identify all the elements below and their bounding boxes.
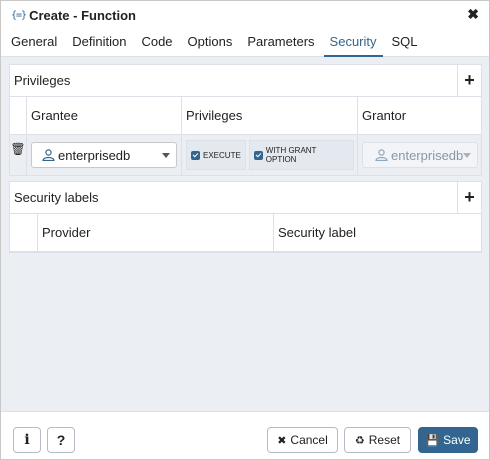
privileges-column-header: Privileges [182, 97, 358, 135]
close-icon[interactable]: ✖ [467, 6, 479, 23]
execute-label: EXECUTE [203, 150, 241, 160]
security-labels-title: Security labels [14, 190, 99, 205]
user-icon [375, 149, 388, 161]
cancel-label: Cancel [290, 433, 328, 447]
reset-label: Reset [368, 433, 401, 447]
table-row: 🗑 enterprisedb EXECUTE WITH GRANT OPTION… [10, 135, 481, 175]
dialog-titlebar: {=} Create - Function ✖ [1, 1, 489, 29]
privileges-title: Privileges [14, 73, 71, 88]
grantee-cell: enterprisedb [27, 135, 182, 175]
privileges-panel: Privileges + Grantee Privileges Grantor … [9, 64, 482, 176]
info-button[interactable]: i [13, 427, 41, 453]
security-labels-grid-header: Provider Security label [10, 214, 481, 252]
create-function-dialog: {=} Create - Function ✖ General Definiti… [0, 0, 490, 460]
grantor-select: enterprisedb [362, 142, 478, 168]
security-labels-panel: Security labels + Provider Security labe… [9, 181, 482, 253]
save-label: Save [443, 433, 471, 447]
delete-column-header [10, 97, 27, 135]
tab-definition[interactable]: Definition [66, 29, 132, 57]
chevron-down-icon [463, 153, 471, 158]
reset-button[interactable]: ♻ Reset [344, 427, 411, 453]
dialog-content: Privileges + Grantee Privileges Grantor … [1, 58, 489, 410]
cancel-button[interactable]: ✖ Cancel [267, 427, 338, 453]
recycle-icon: ♻ [354, 434, 365, 447]
grantee-select[interactable]: enterprisedb [31, 142, 177, 168]
help-button[interactable]: ? [47, 427, 75, 453]
privileges-cell: EXECUTE WITH GRANT OPTION [182, 135, 358, 175]
provider-column-header: Provider [38, 214, 274, 252]
trash-icon[interactable]: 🗑 [10, 135, 27, 175]
add-security-label-button[interactable]: + [457, 182, 481, 213]
tab-bar: General Definition Code Options Paramete… [1, 29, 489, 57]
with-grant-option-label: WITH GRANT OPTION [265, 146, 317, 164]
user-icon [42, 149, 55, 161]
dialog-footer: i ? ✖ Cancel ♻ Reset 💾 Save [1, 411, 489, 459]
dialog-title: Create - Function [29, 7, 136, 23]
tab-general[interactable]: General [5, 29, 63, 57]
security-label-column-header: Security label [278, 225, 357, 240]
tab-code[interactable]: Code [135, 29, 178, 57]
tab-security[interactable]: Security [323, 29, 383, 57]
privileges-grid: Grantee Privileges Grantor 🗑 enterprised… [10, 97, 481, 175]
grantor-value: enterprisedb [391, 147, 464, 163]
grantee-value: enterprisedb [58, 147, 131, 163]
grantor-cell: enterprisedb [358, 135, 481, 175]
info-icon: i [24, 432, 30, 448]
close-icon: ✖ [277, 434, 287, 447]
tab-parameters[interactable]: Parameters [241, 29, 320, 57]
function-icon: {=} [11, 9, 27, 21]
privileges-header: Privileges + [10, 65, 481, 97]
save-icon: 💾 [425, 434, 440, 447]
with-grant-option-privilege[interactable]: WITH GRANT OPTION [248, 140, 354, 170]
privileges-grid-header: Grantee Privileges Grantor [10, 97, 481, 135]
tab-options[interactable]: Options [182, 29, 239, 57]
execute-privilege[interactable]: EXECUTE [186, 140, 246, 170]
execute-checkbox[interactable] [191, 150, 200, 160]
security-labels-header: Security labels + [10, 182, 481, 214]
with-grant-option-checkbox[interactable] [253, 150, 263, 160]
help-icon: ? [56, 432, 66, 448]
grantor-column-header: Grantor [362, 108, 407, 123]
save-button[interactable]: 💾 Save [418, 427, 478, 453]
chevron-down-icon [162, 153, 170, 158]
grantee-column-header: Grantee [27, 97, 182, 135]
delete-column-header [10, 214, 38, 252]
add-privilege-button[interactable]: + [457, 65, 481, 96]
tab-sql[interactable]: SQL [386, 29, 424, 57]
